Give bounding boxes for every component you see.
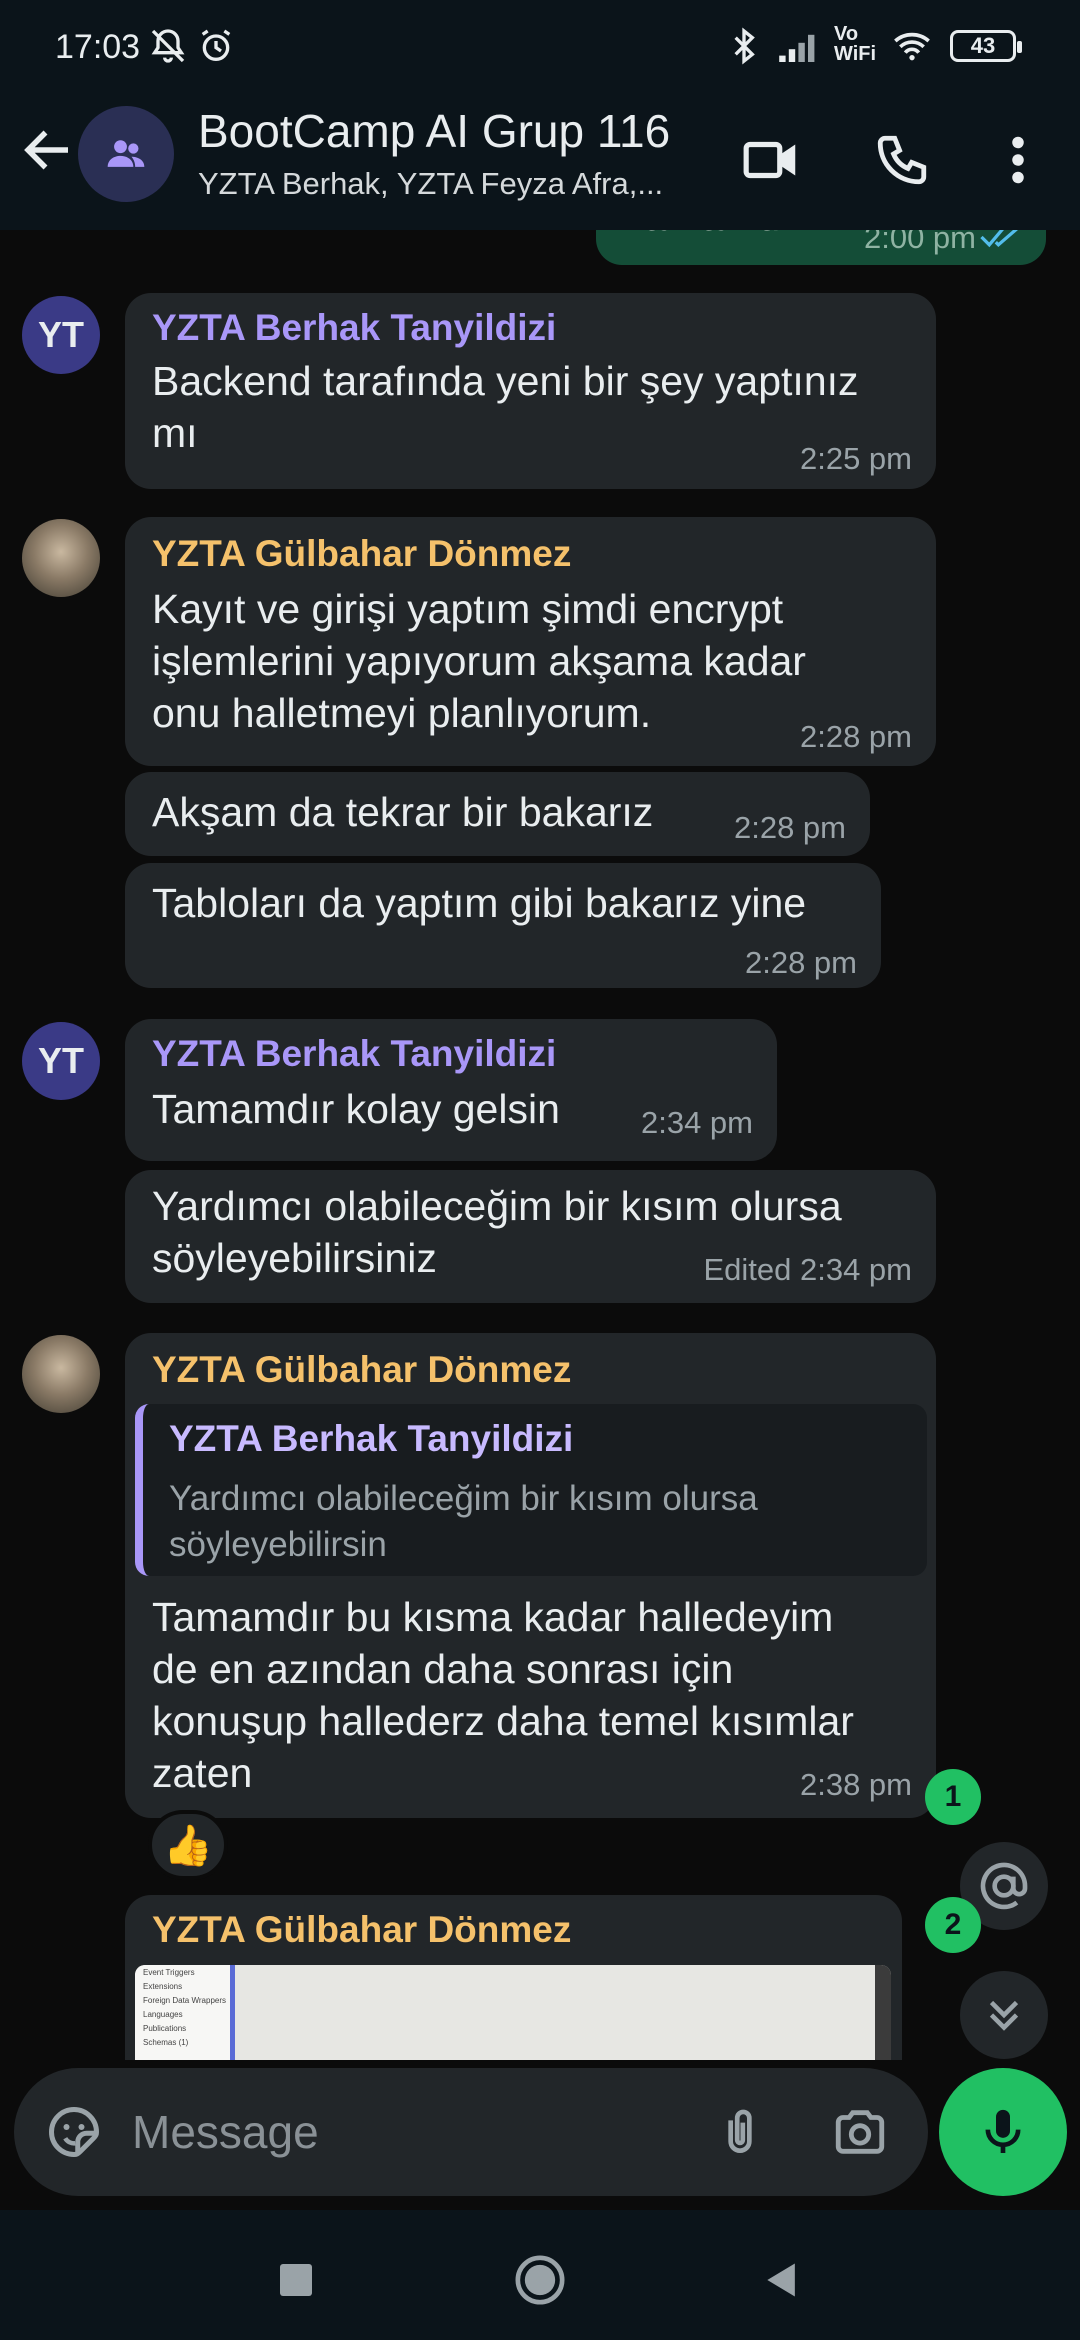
quoted-message[interactable]: YZTA Berhak Tanyildizi Yardımcı olabilec… — [135, 1404, 927, 1576]
back-nav-button[interactable] — [752, 2250, 812, 2310]
sender-name[interactable]: YZTA Gülbahar Dönmez — [152, 533, 571, 575]
sticker-button[interactable] — [42, 2100, 106, 2164]
video-camera-icon — [743, 141, 796, 179]
message-time: 2:38 pm — [799, 1767, 912, 1802]
unread-count-badge: 2 — [925, 1897, 981, 1953]
quoted-text-line: söyleyebilirsin — [169, 1525, 387, 1564]
message-text: Tamamdır — [623, 230, 805, 242]
bluetooth-icon — [734, 27, 755, 65]
image-sidebar: Event Triggers Extensions Foreign Data W… — [135, 1965, 235, 2060]
message-time: 2:28 pm — [733, 810, 846, 845]
message-list[interactable]: Tamamdır 2:00 pm YT YZTA Berhak Tanyildi… — [0, 230, 1080, 2060]
signal-icon — [779, 34, 815, 62]
sender-name[interactable]: YZTA Gülbahar Dönmez — [152, 1349, 571, 1391]
overflow-menu-button[interactable] — [978, 120, 1058, 200]
message-text-line: işlemlerini yapıyorum akşama kadar — [152, 638, 806, 684]
image-sidebar-item: Publications — [143, 2024, 187, 2033]
incoming-message[interactable]: Tabloları da yaptım gibi bakarız yine 2:… — [125, 863, 881, 988]
voice-call-button[interactable] — [862, 120, 942, 200]
image-sidebar-item: Foreign Data Wrappers — [143, 1996, 226, 2005]
notifications-muted-icon — [151, 29, 185, 63]
group-title[interactable]: BootCamp AI Grup 116 — [198, 104, 670, 158]
alarm-icon — [201, 29, 231, 62]
recents-button[interactable] — [266, 2250, 326, 2310]
message-text-line: onu halletmeyi planlıyorum. — [152, 690, 652, 736]
incoming-message[interactable]: Yardımcı olabileceğim bir kısım olursa s… — [125, 1170, 936, 1303]
image-sidebar-item: Extensions — [143, 1982, 183, 1991]
battery-indicator: 43 — [950, 30, 1022, 62]
message-text-line: Kayıt ve girişi yaptım şimdi encrypt — [152, 586, 784, 632]
message-time: 2:34 pm — [640, 1105, 753, 1140]
sender-name[interactable]: YZTA Berhak Tanyildizi — [152, 307, 556, 349]
group-avatar[interactable] — [78, 106, 174, 202]
status-time: 17:03 — [55, 28, 141, 66]
incoming-message[interactable]: YZTA Berhak Tanyildizi Backend tarafında… — [125, 293, 936, 489]
mentions-count-badge: 1 — [925, 1769, 981, 1825]
message-text-line: Tamamdır bu kısma kadar halledeyim — [152, 1594, 834, 1640]
voice-record-button[interactable] — [939, 2068, 1067, 2196]
message-time: 2:00 pm — [863, 230, 976, 255]
more-vertical-icon — [1012, 136, 1024, 184]
message-text-line: konuşup hallederz daha temel kısımlar — [152, 1698, 854, 1744]
home-circle-icon — [515, 2255, 565, 2305]
group-members[interactable]: YZTA Berhak, YZTA Feyza Afra,... — [198, 166, 698, 202]
image-dark-edge — [875, 1965, 891, 2060]
reaction-badge[interactable]: 👍 — [148, 1810, 228, 1880]
quoted-text-line: Yardımcı olabileceğim bir kısım olursa — [169, 1479, 758, 1518]
status-bar: 17:03 Vo WiFi 43 — [0, 0, 1080, 90]
sender-avatar[interactable]: YT — [22, 296, 100, 374]
message-text: Akşam da tekrar bir bakarız — [152, 789, 654, 835]
back-button[interactable] — [18, 120, 78, 180]
sender-avatar-photo[interactable] — [22, 519, 100, 597]
incoming-message[interactable]: Akşam da tekrar bir bakarız 2:28 pm — [125, 772, 870, 856]
chat-header: BootCamp AI Grup 116 YZTA Berhak, YZTA F… — [0, 90, 1080, 230]
camera-icon — [835, 2110, 885, 2154]
sender-name[interactable]: YZTA Berhak Tanyildizi — [152, 1033, 556, 1075]
message-time: 2:28 pm — [799, 719, 912, 754]
triangle-back-icon — [767, 2263, 795, 2297]
camera-button[interactable] — [828, 2100, 892, 2164]
sender-name[interactable]: YZTA Gülbahar Dönmez — [152, 1909, 571, 1951]
image-sidebar-item: Schemas (1) — [143, 2038, 189, 2047]
attach-button[interactable] — [708, 2100, 772, 2164]
vowifi-label: Vo WiFi — [834, 23, 877, 65]
image-attachment[interactable]: Event Triggers Extensions Foreign Data W… — [135, 1965, 891, 2060]
group-icon — [107, 140, 145, 167]
quoted-sender: YZTA Berhak Tanyildizi — [169, 1418, 574, 1459]
arrow-back-icon — [24, 130, 68, 170]
message-time: 2:28 pm — [744, 945, 857, 980]
message-time: 2:25 pm — [799, 441, 912, 476]
incoming-message[interactable]: YZTA Berhak Tanyildizi Tamamdır kolay ge… — [125, 1019, 777, 1161]
composer-bar — [14, 2068, 928, 2196]
message-time-edited: Edited 2:34 pm — [703, 1252, 912, 1287]
microphone-icon — [985, 2109, 1021, 2153]
message-input[interactable] — [132, 2100, 692, 2164]
read-receipt-icon — [980, 230, 1018, 248]
home-button[interactable] — [510, 2250, 570, 2310]
sender-avatar-photo[interactable] — [22, 1335, 100, 1413]
message-text-line: Backend tarafında yeni bir şey yaptınız — [152, 358, 859, 404]
double-chevron-down-icon — [989, 2000, 1019, 2031]
message-text-line: mı — [152, 410, 198, 456]
video-call-button[interactable] — [732, 120, 812, 200]
outgoing-message[interactable]: Tamamdır 2:00 pm — [596, 230, 1046, 265]
square-icon — [280, 2264, 312, 2296]
image-sidebar-item: Event Triggers — [143, 1968, 195, 1977]
paperclip-icon — [728, 2109, 752, 2153]
image-sidebar-item: Languages — [143, 2010, 183, 2019]
at-sign-icon — [980, 1862, 1028, 1910]
message-text-line: söyleyebilirsiniz — [152, 1235, 437, 1281]
message-text: Tamamdır kolay gelsin — [152, 1086, 560, 1132]
message-text: Tabloları da yaptım gibi bakarız yine — [152, 880, 807, 926]
incoming-message[interactable]: YZTA Gülbahar Dönmez Kayıt ve girişi yap… — [125, 517, 936, 766]
system-navigation-bar — [0, 2210, 1080, 2340]
phone-icon — [877, 135, 927, 185]
message-text-line: de en azından daha sonrası için — [152, 1646, 734, 1692]
wifi-icon — [894, 32, 930, 61]
message-text-line: zaten — [152, 1750, 253, 1796]
sender-avatar[interactable]: YT — [22, 1022, 100, 1100]
scroll-to-bottom-button[interactable] — [960, 1971, 1048, 2059]
sticker-icon — [49, 2106, 100, 2158]
message-text-line: Yardımcı olabileceğim bir kısım olursa — [152, 1183, 842, 1229]
